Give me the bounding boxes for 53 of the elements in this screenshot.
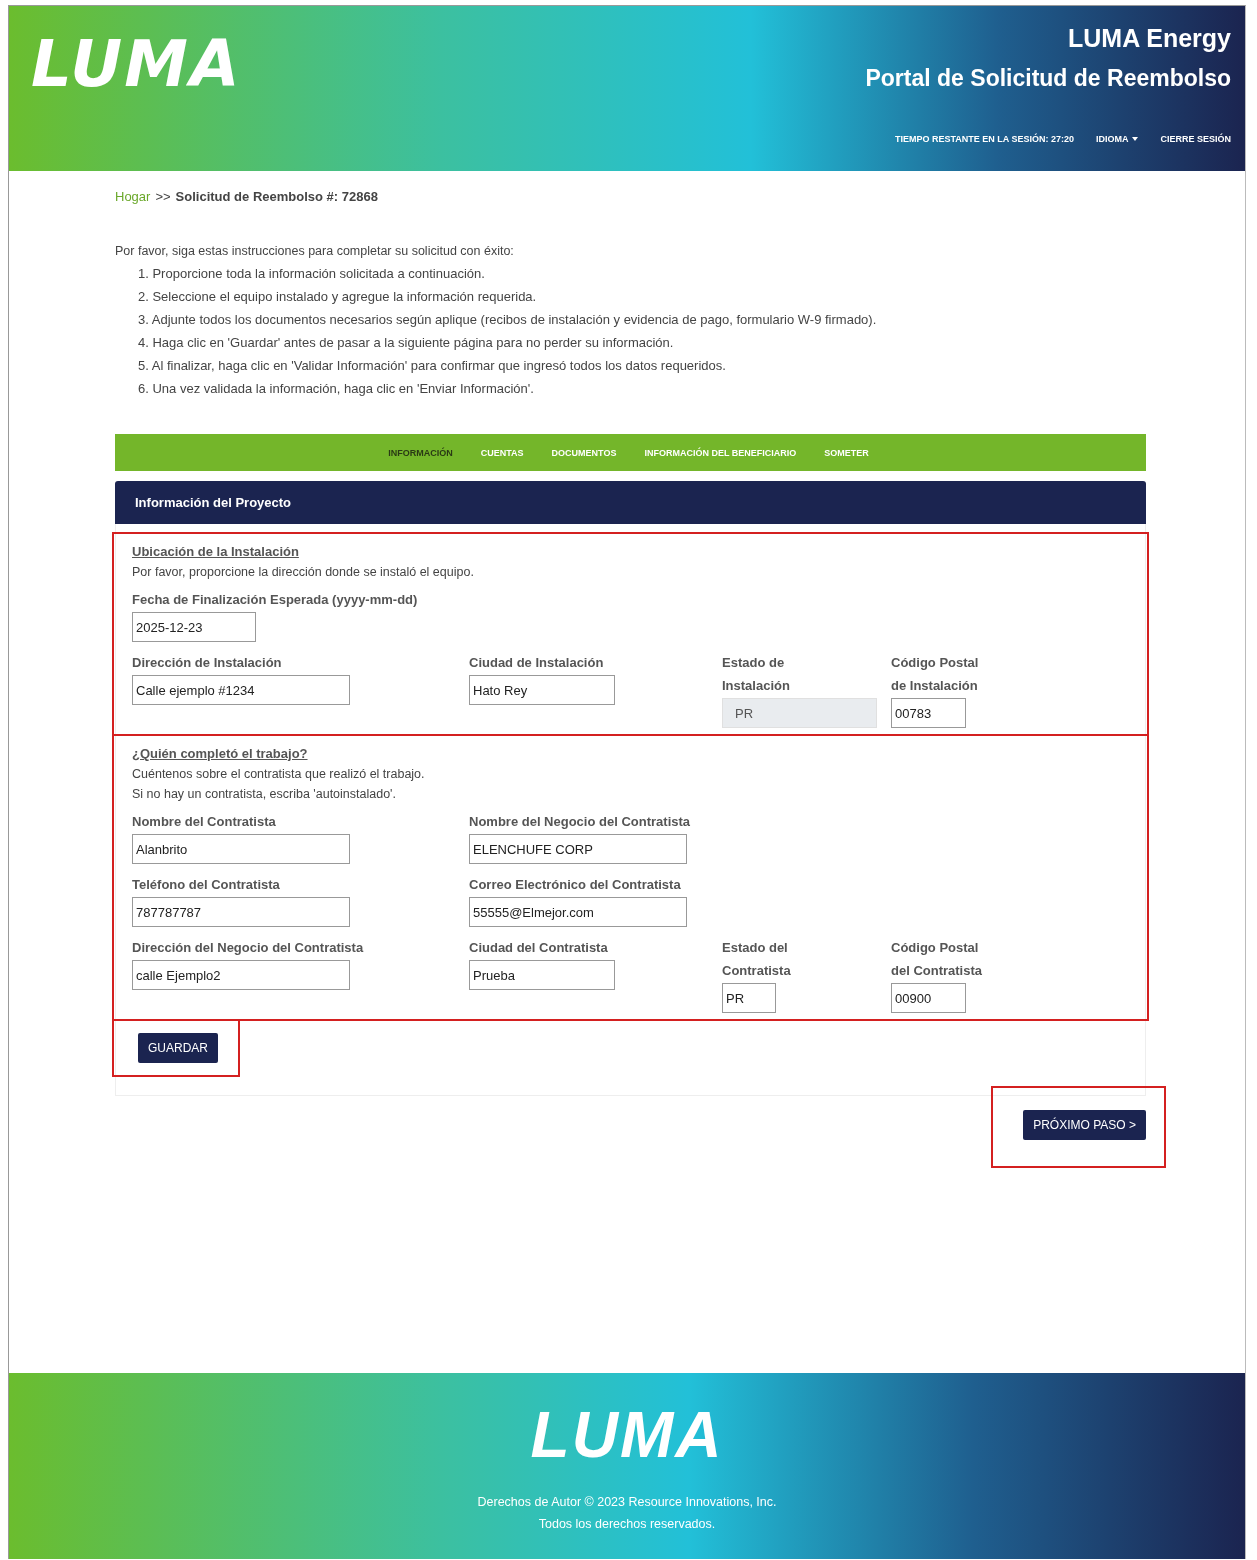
panel-header: Información del Proyecto	[115, 481, 1146, 524]
input-field[interactable]: Prueba	[469, 960, 615, 990]
input-field[interactable]: Alanbrito	[132, 834, 350, 864]
instruction-step: 5. Al finalizar, haga clic en 'Validar Información' para confirmar que ingresó todos los datos requeridos.	[138, 358, 1146, 373]
field-label: Dirección del Negocio del Contratista	[132, 939, 365, 957]
field-label: Ciudad del Contratista	[469, 939, 609, 957]
section-heading: ¿Quién completó el trabajo?	[132, 746, 309, 761]
instruction-step: 1. Proporcione toda la información solicitada a continuación.	[138, 266, 1146, 281]
field-label: Teléfono del Contratista	[132, 876, 281, 894]
field-label: Código Postal de Instalación	[891, 654, 980, 695]
section-note: Por favor, proporcione la dirección donde se instaló el equipo.	[132, 565, 475, 579]
input-field[interactable]: 55555@Elmejor.com	[469, 897, 687, 927]
breadcrumb-separator: >>	[155, 189, 171, 204]
tab[interactable]: INFORMACIÓN	[388, 447, 453, 458]
field-label: Nombre del Negocio del Contratista	[469, 813, 692, 831]
breadcrumb-current: Solicitud de Reembolso #: 72868	[175, 189, 378, 204]
input-field[interactable]: PR	[722, 983, 776, 1013]
field-label: Fecha de Finalización Esperada (yyyy-mm-dd)	[132, 591, 419, 609]
portal-title: Portal de Solicitud de Reembolso	[865, 65, 1231, 92]
input-field[interactable]: ELENCHUFE CORP	[469, 834, 687, 864]
input-field[interactable]: calle Ejemplo2	[132, 960, 350, 990]
language-dropdown[interactable]: IDIOMA	[1096, 134, 1139, 144]
field-label: Correo Electrónico del Contratista	[469, 876, 682, 894]
instruction-step: 2. Seleccione el equipo instalado y agregue la información requerida.	[138, 289, 1146, 304]
save-button[interactable]: GUARDAR	[138, 1033, 218, 1063]
field-label: Dirección de Instalación	[132, 654, 283, 672]
company-name: LUMA Energy	[1068, 24, 1231, 53]
logo: LUMA	[31, 32, 242, 96]
instruction-step: 3. Adjunte todos los documentos necesarios según aplique (recibos de instalación y evidencia de pago, formulario W-9 firmado).	[138, 312, 1146, 327]
field-label: Ciudad de Instalación	[469, 654, 605, 672]
input-field[interactable]: Hato Rey	[469, 675, 615, 705]
input-field[interactable]: 00900	[891, 983, 966, 1013]
copyright-text: Derechos de Autor © 2023 Resource Innovations, Inc.	[477, 1495, 777, 1509]
instructions-intro: Por favor, siga estas instrucciones para completar su solicitud con éxito:	[115, 244, 515, 258]
field-label: Estado del Contratista	[722, 939, 792, 980]
instruction-step: 4. Haga clic en 'Guardar' antes de pasar a la siguiente página para no perder su información.	[138, 335, 1146, 350]
input-field[interactable]: 787787787	[132, 897, 350, 927]
input-field[interactable]: 2025-12-23	[132, 612, 256, 642]
session-timer: TIEMPO RESTANTE EN LA SESIÓN: 27:20	[894, 134, 1074, 144]
input-field[interactable]: 00783	[891, 698, 966, 728]
field-label: Código Postal del Contratista	[891, 939, 983, 980]
field-label: Nombre del Contratista	[132, 813, 277, 831]
section-heading: Ubicación de la Instalación	[132, 544, 300, 559]
footer-logo: LUMA	[530, 1403, 724, 1467]
rights-text: Todos los derechos reservados.	[538, 1517, 716, 1531]
caret-icon	[1132, 137, 1139, 141]
instruction-step: 6. Una vez validada la información, haga clic en 'Enviar Información'.	[138, 381, 1146, 396]
section-note: Cuéntenos sobre el contratista que realizó el trabajo.	[132, 767, 426, 781]
input-field[interactable]: Calle ejemplo #1234	[132, 675, 350, 705]
field-label: Estado de Instalación	[722, 654, 791, 695]
logout-link[interactable]: CIERRE SESIÓN	[1160, 134, 1231, 144]
next-step-button[interactable]: PRÓXIMO PASO >	[1023, 1110, 1146, 1140]
section-note: Si no hay un contratista, escriba 'autoinstalado'.	[132, 787, 397, 801]
